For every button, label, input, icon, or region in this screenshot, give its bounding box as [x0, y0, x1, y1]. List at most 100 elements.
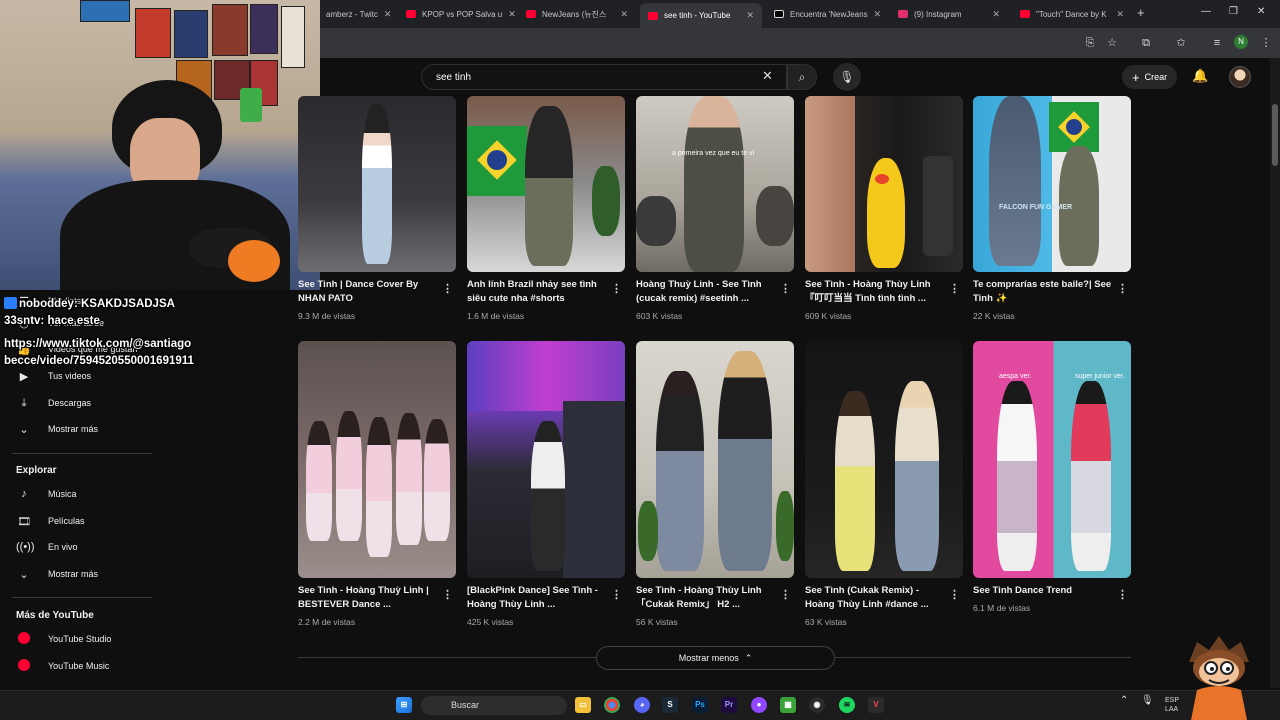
more-options-icon[interactable]: ⋮: [780, 588, 791, 601]
tab-instagram[interactable]: (9) Instagram ✕: [890, 4, 1008, 24]
more-options-icon[interactable]: ⋮: [1117, 588, 1128, 601]
sidebar-item-live[interactable]: ((•)) En vivo: [0, 534, 150, 560]
sidebar-item-show-more[interactable]: ⌄ Mostrar más: [0, 416, 150, 442]
language-indicator[interactable]: ESP LAA: [1165, 696, 1179, 714]
tab-kpop[interactable]: KPOP vs POP Salva u ✕: [398, 4, 516, 24]
tab-tiktok[interactable]: Encuentra 'NewJeans ✕: [766, 4, 886, 24]
chat-text: hace este: [47, 315, 100, 327]
video-thumbnail[interactable]: aespa ver. super junior ver.: [973, 341, 1131, 578]
more-options-icon[interactable]: ⋮: [442, 588, 453, 601]
video-title[interactable]: See Tinh | Dance Cover By NHAN PATO: [298, 278, 438, 306]
more-options-icon[interactable]: ⋮: [1117, 282, 1128, 295]
video-title[interactable]: Hoàng Thuỳ Linh - See Tình (cucak remix)…: [636, 278, 776, 306]
sidebar-item-music[interactable]: ♪ Música: [0, 481, 150, 507]
sidebar-item-movies[interactable]: 🎞 Películas: [0, 508, 150, 534]
video-title[interactable]: See Tình (Cukak Remix) - Hoàng Thùy Linh…: [805, 584, 945, 612]
sidebar-item-show-more-explore[interactable]: ⌄ Mostrar más: [0, 561, 150, 587]
steam-icon[interactable]: S: [662, 697, 678, 713]
video-thumbnail[interactable]: [298, 96, 456, 272]
create-label: Crear: [1144, 72, 1168, 82]
close-icon[interactable]: ✕: [1116, 9, 1124, 20]
video-thumbnail[interactable]: [805, 96, 963, 272]
chat-message: 33sntv: hace este: [4, 313, 324, 330]
chrome-icon[interactable]: [604, 697, 620, 713]
video-thumbnail[interactable]: [805, 341, 963, 578]
more-options-icon[interactable]: ⋮: [780, 282, 791, 295]
soldier-figure: [525, 106, 573, 266]
discord-icon[interactable]: ◕: [634, 697, 650, 713]
windows-start-icon[interactable]: ⊞: [396, 697, 412, 713]
video-views: 63 K vistas: [805, 617, 847, 627]
close-icon[interactable]: ✕: [620, 9, 628, 20]
tray-mic-icon[interactable]: 🎙: [1141, 696, 1154, 706]
maximize-icon[interactable]: ❐: [1229, 6, 1238, 17]
sidebar-item-youtube-music[interactable]: YouTube Music: [0, 653, 150, 679]
tab-twitch[interactable]: amberz - Twitc ✕: [318, 4, 396, 24]
favorites-icon[interactable]: ✩: [1173, 35, 1189, 51]
audience-figure: [636, 196, 676, 246]
more-options-icon[interactable]: ⋮: [949, 282, 960, 295]
close-window-icon[interactable]: ✕: [1257, 6, 1265, 17]
taskbar-search[interactable]: Buscar: [421, 696, 567, 715]
video-title[interactable]: See Tinh Dance Trend: [973, 584, 1113, 598]
video-title[interactable]: See Tình - Hoàng Thùy Linh 『叮叮当当 Tình tì…: [805, 278, 945, 306]
premiere-icon[interactable]: Pr: [721, 697, 737, 713]
app-icon[interactable]: ●: [751, 697, 767, 713]
create-button[interactable]: + Crear: [1122, 65, 1178, 89]
sidebar-divider: [12, 597, 152, 598]
sidebar-item-downloads[interactable]: ⤓ Descargas: [0, 390, 150, 416]
video-thumbnail[interactable]: [467, 341, 625, 578]
avatar[interactable]: [1229, 66, 1251, 88]
tab-see-tinh-active[interactable]: see tinh - YouTube ✕: [640, 3, 762, 28]
media-control-icon[interactable]: ≡: [1209, 35, 1225, 51]
extensions-icon[interactable]: ⧉: [1138, 35, 1154, 51]
video-thumbnail[interactable]: FALCON FUN GAMER: [973, 96, 1131, 272]
video-thumbnail[interactable]: [298, 341, 456, 578]
video-thumbnail[interactable]: [636, 341, 794, 578]
show-less-button[interactable]: Mostrar menos ⌃: [596, 646, 835, 670]
video-title[interactable]: [BlackPink Dance] See Tình - Hoàng Thùy …: [467, 584, 607, 612]
photoshop-icon[interactable]: Ps: [692, 697, 708, 713]
more-options-icon[interactable]: ⋮: [442, 282, 453, 295]
clear-search-icon[interactable]: ✕: [762, 68, 773, 84]
obs-icon[interactable]: ◉: [809, 697, 825, 713]
video-title[interactable]: See Tình - Hoàng Thùy Linh 「Cukak Remix」…: [636, 584, 776, 612]
close-icon[interactable]: ✕: [746, 10, 754, 21]
search-button[interactable]: ⌕: [787, 64, 817, 90]
close-icon[interactable]: ✕: [874, 9, 882, 20]
tray-chevron-icon[interactable]: ⌃: [1120, 696, 1128, 706]
close-icon[interactable]: ✕: [992, 9, 1000, 20]
bookmark-star-icon[interactable]: ☆: [1104, 35, 1120, 51]
browser-profile-avatar[interactable]: N: [1234, 35, 1248, 49]
search-input[interactable]: see tinh: [421, 64, 787, 90]
voice-search-button[interactable]: 🎙: [833, 63, 861, 91]
video-title[interactable]: See Tinh - Hoàng Thuỳ Linh | BESTEVER Da…: [298, 584, 438, 612]
video-thumbnail[interactable]: [467, 96, 625, 272]
video-title[interactable]: Anh lính Brazil nhảy see tình siêu cute …: [467, 278, 607, 306]
dancer-figure: [835, 391, 875, 571]
minecraft-icon[interactable]: ▦: [780, 697, 796, 713]
bell-icon[interactable]: 🔔: [1192, 68, 1208, 84]
sidebar-item-youtube-studio[interactable]: YouTube Studio: [0, 626, 150, 652]
tab-newjeans[interactable]: NewJeans (뉴진스 ✕: [518, 4, 636, 24]
tab-touch-dance[interactable]: "Touch" Dance by K ✕: [1012, 4, 1132, 24]
video-title[interactable]: Te comprarías este baile?| See Tinh ✨: [973, 278, 1113, 306]
close-icon[interactable]: ✕: [384, 9, 392, 20]
browser-menu-icon[interactable]: ⋮: [1258, 35, 1274, 51]
scrollbar-thumb[interactable]: [1272, 104, 1278, 166]
file-explorer-icon[interactable]: ▭: [575, 697, 591, 713]
more-options-icon[interactable]: ⋮: [611, 282, 622, 295]
install-app-icon[interactable]: ⎘: [1082, 35, 1098, 51]
minimize-icon[interactable]: —: [1201, 6, 1211, 17]
thumbnail-caption: a primeira vez que eu te vi: [672, 150, 755, 157]
chat-message: noboddey: KSAKDJSADJSA: [4, 296, 324, 313]
new-tab-button[interactable]: +: [1137, 5, 1145, 20]
close-icon[interactable]: ✕: [508, 9, 516, 20]
valorant-icon[interactable]: V: [868, 697, 884, 713]
spotify-icon[interactable]: ≋: [839, 697, 855, 713]
video-thumbnail[interactable]: a primeira vez que eu te vi: [636, 96, 794, 272]
thumbnail-watermark: FALCON FUN GAMER: [999, 204, 1073, 211]
chicken-beak: [875, 174, 889, 184]
more-options-icon[interactable]: ⋮: [949, 588, 960, 601]
more-options-icon[interactable]: ⋮: [611, 588, 622, 601]
